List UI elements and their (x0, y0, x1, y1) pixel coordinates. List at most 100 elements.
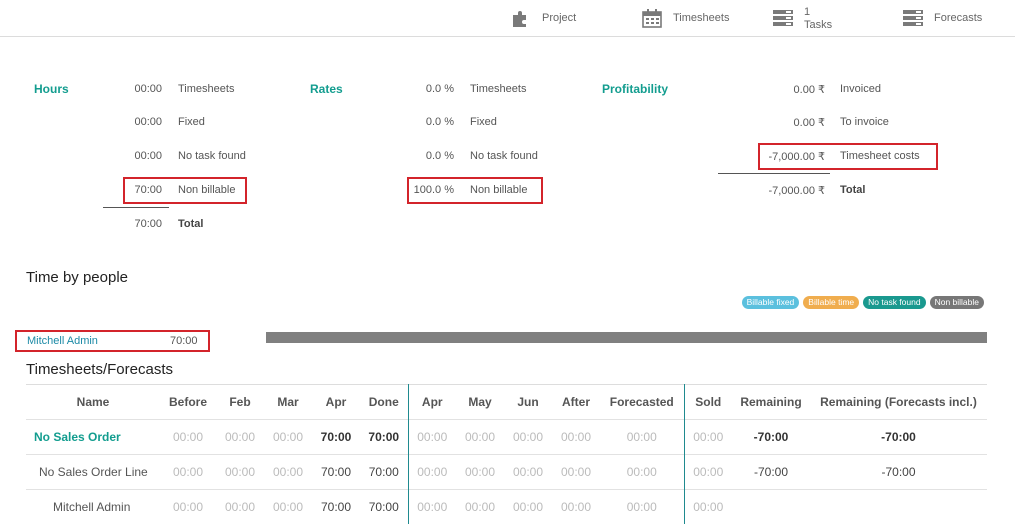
profit-total-divider (718, 173, 830, 174)
table-cell: 00:00 (552, 419, 600, 455)
legend-no-task-found: No task found (863, 296, 926, 309)
timesheets-label: Timesheets (673, 12, 730, 24)
table-cell: 00:00 (684, 489, 732, 524)
timesheets-button[interactable]: Timesheets (642, 0, 729, 36)
header-name: Name (26, 384, 160, 420)
table-cell: 00:00 (600, 489, 685, 524)
table-cell: 00:00 (160, 419, 216, 455)
table-row[interactable]: No Sales Order 00:00 00:00 00:00 70:00 7… (26, 419, 987, 455)
table-cell: 00:00 (684, 454, 732, 490)
table-cell: -70:00 (732, 454, 810, 490)
table-cell: 00:00 (456, 489, 504, 524)
table-cell: 00:00 (264, 419, 312, 455)
header-mar: Mar (264, 384, 312, 420)
forecasts-button[interactable]: Forecasts (903, 0, 982, 36)
highlight-box (758, 143, 938, 170)
hours-total-divider (103, 207, 169, 208)
row-name: Mitchell Admin (26, 489, 160, 524)
row-name[interactable]: No Sales Order (26, 419, 160, 455)
table-cell: 00:00 (160, 489, 216, 524)
table-row[interactable]: Mitchell Admin 00:00 00:00 00:00 70:00 7… (26, 489, 987, 524)
table-cell: 00:00 (216, 489, 264, 524)
project-label: Project (542, 12, 577, 24)
header-forecasted: Forecasted (600, 384, 685, 420)
table-cell: -70:00 (732, 419, 810, 455)
rates-notask-label: No task found (470, 150, 538, 162)
table-cell: 00:00 (408, 419, 456, 455)
header-feb: Feb (216, 384, 264, 420)
header-before: Before (160, 384, 216, 420)
header-may: May (456, 384, 504, 420)
profit-invoiced-value: 0.00 ₹ (793, 84, 825, 96)
forecasts-label: Forecasts (934, 12, 983, 24)
hours-total-label: Total (178, 218, 204, 230)
table-cell: 00:00 (504, 419, 552, 455)
hours-notask-value: 00:00 (134, 150, 162, 162)
table-cell (810, 489, 987, 524)
profit-invoiced-label: Invoiced (840, 83, 881, 95)
profit-toinvoice-value: 0.00 ₹ (793, 117, 825, 129)
header-remaining-forecasts: Remaining (Forecasts incl.) (810, 384, 987, 420)
header-done: Done (360, 384, 409, 420)
highlight-box (15, 330, 210, 352)
hours-timesheets-label: Timesheets (178, 83, 235, 95)
forecasts-icon (903, 10, 923, 26)
profit-total-label: Total (840, 184, 866, 196)
table-cell: 00:00 (216, 454, 264, 490)
table-header-row: Name Before Feb Mar Apr Done Apr May Jun… (26, 384, 987, 420)
table-cell: 00:00 (600, 454, 685, 490)
table-cell: 00:00 (504, 489, 552, 524)
hours-fixed-label: Fixed (178, 116, 205, 128)
rates-fixed-label: Fixed (470, 116, 497, 128)
timesheets-forecasts-table: Name Before Feb Mar Apr Done Apr May Jun… (26, 384, 987, 524)
top-button-bar: Project Timesheets 1 Tasks Forecasts (0, 0, 1015, 37)
table-cell: 00:00 (600, 419, 685, 455)
timesheets-forecasts-title: Timesheets/Forecasts (26, 361, 173, 378)
tasks-label: Tasks (804, 18, 833, 31)
table-cell: 00:00 (552, 454, 600, 490)
table-cell: 00:00 (456, 454, 504, 490)
table-cell: 70:00 (312, 419, 360, 455)
highlight-box (407, 177, 543, 204)
hours-total-value: 70:00 (134, 218, 162, 230)
tasks-icon (773, 10, 793, 26)
profit-total-value: -7,000.00 ₹ (768, 185, 825, 197)
rates-title: Rates (310, 82, 343, 96)
puzzle-icon (513, 11, 526, 27)
calendar-icon (642, 8, 662, 28)
legend-non-billable: Non billable (929, 296, 984, 309)
table-cell: 00:00 (408, 489, 456, 524)
table-row[interactable]: No Sales Order Line 00:00 00:00 00:00 70… (26, 454, 987, 490)
table-cell: 70:00 (312, 489, 360, 524)
header-apr: Apr (312, 384, 360, 420)
row-name: No Sales Order Line (26, 454, 160, 490)
table-cell: 00:00 (456, 419, 504, 455)
table-cell: 00:00 (408, 454, 456, 490)
legend: Billable fixed Billable time No task fou… (741, 296, 984, 309)
table-cell: 00:00 (216, 419, 264, 455)
table-cell: 70:00 (360, 454, 409, 490)
table-cell (732, 489, 810, 524)
header-after: After (552, 384, 600, 420)
rates-timesheets-label: Timesheets (470, 83, 527, 95)
table-cell: 00:00 (504, 454, 552, 490)
tasks-count: 1 (804, 5, 811, 18)
table-cell: 00:00 (264, 454, 312, 490)
table-cell: -70:00 (810, 454, 987, 490)
hours-timesheets-value: 00:00 (134, 83, 162, 95)
hours-title: Hours (34, 82, 69, 96)
profit-toinvoice-label: To invoice (840, 116, 889, 128)
person-time-bar (266, 332, 987, 343)
rates-fixed-value: 0.0 % (425, 116, 454, 128)
tasks-button[interactable]: 1 Tasks (773, 0, 832, 36)
table-cell: -70:00 (810, 419, 987, 455)
project-button[interactable]: Project (511, 0, 576, 36)
table-cell: 70:00 (360, 419, 409, 455)
header-jun: Jun (504, 384, 552, 420)
profitability-title: Profitability (602, 82, 669, 96)
legend-billable-fixed: Billable fixed (741, 296, 800, 309)
rates-notask-value: 0.0 % (425, 150, 454, 162)
table-cell: 00:00 (684, 419, 732, 455)
table-cell: 00:00 (160, 454, 216, 490)
table-cell: 00:00 (552, 489, 600, 524)
